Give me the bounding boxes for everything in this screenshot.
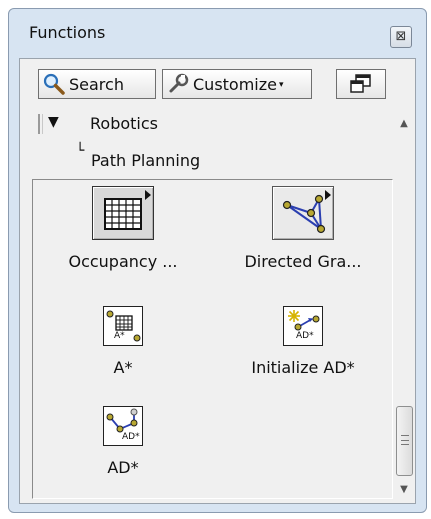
directed-graph-icon bbox=[272, 186, 334, 240]
palette-item-initialize-ad-star[interactable]: AD* Initialize AD* bbox=[213, 306, 393, 377]
category-robotics[interactable]: Robotics bbox=[90, 114, 158, 133]
search-button[interactable]: Search bbox=[38, 69, 156, 99]
wrench-icon bbox=[169, 73, 189, 93]
palette-item-occupancy[interactable]: Occupancy ... bbox=[33, 186, 213, 271]
palette-item-directed-graph[interactable]: Directed Gra... bbox=[213, 186, 393, 271]
ad-star-label: AD* bbox=[107, 458, 139, 477]
window-stack-icon bbox=[350, 74, 371, 93]
ad-star-icon: AD* bbox=[103, 406, 143, 446]
palette-item-a-star[interactable]: A* A* bbox=[33, 306, 213, 377]
view-options-button[interactable] bbox=[336, 69, 386, 99]
occupancy-grid-icon bbox=[92, 186, 154, 240]
expand-triangle-icon[interactable]: ▼ bbox=[48, 114, 59, 130]
customize-button[interactable]: Customize ▾ bbox=[162, 69, 312, 99]
search-icon bbox=[43, 73, 65, 95]
search-label: Search bbox=[69, 74, 124, 94]
close-button[interactable]: ⊠ bbox=[390, 26, 412, 48]
ad-star-icon-text: AD* bbox=[122, 432, 140, 442]
initialize-ad-star-label: Initialize AD* bbox=[251, 358, 355, 377]
palette-item-ad-star[interactable]: AD* AD* bbox=[33, 406, 213, 477]
initialize-ad-star-icon: AD* bbox=[283, 306, 323, 346]
a-star-label: A* bbox=[113, 358, 133, 377]
occupancy-label: Occupancy ... bbox=[68, 252, 178, 271]
scrollbar-thumb[interactable] bbox=[396, 406, 413, 476]
directed-graph-label: Directed Gra... bbox=[244, 252, 362, 271]
a-star-icon-text: A* bbox=[114, 331, 125, 341]
init-ad-star-icon-text: AD* bbox=[296, 331, 314, 341]
window-title: Functions bbox=[29, 23, 106, 42]
functions-palette-window: Functions ⊠ Search Customize ▾ ▼ Robotic… bbox=[8, 8, 427, 513]
chevron-down-icon: ▾ bbox=[278, 80, 284, 90]
palette-items-area: Occupancy ... Directed Gra... A* A* AD* … bbox=[32, 179, 393, 499]
a-star-icon: A* bbox=[103, 306, 143, 346]
vertical-scrollbar[interactable]: ▲ ▼ bbox=[394, 111, 414, 501]
subcategory-path-planning[interactable]: Path Planning bbox=[91, 151, 200, 170]
customize-label: Customize bbox=[193, 74, 277, 94]
palette-client-area: Search Customize ▾ ▼ Robotics └ Path Pla… bbox=[19, 58, 416, 504]
tree-grip-handle[interactable] bbox=[38, 114, 43, 134]
tree-branch-icon: └ bbox=[76, 143, 85, 159]
scroll-up-arrow-icon[interactable]: ▲ bbox=[394, 115, 414, 133]
scroll-down-arrow-icon[interactable]: ▼ bbox=[394, 481, 414, 499]
